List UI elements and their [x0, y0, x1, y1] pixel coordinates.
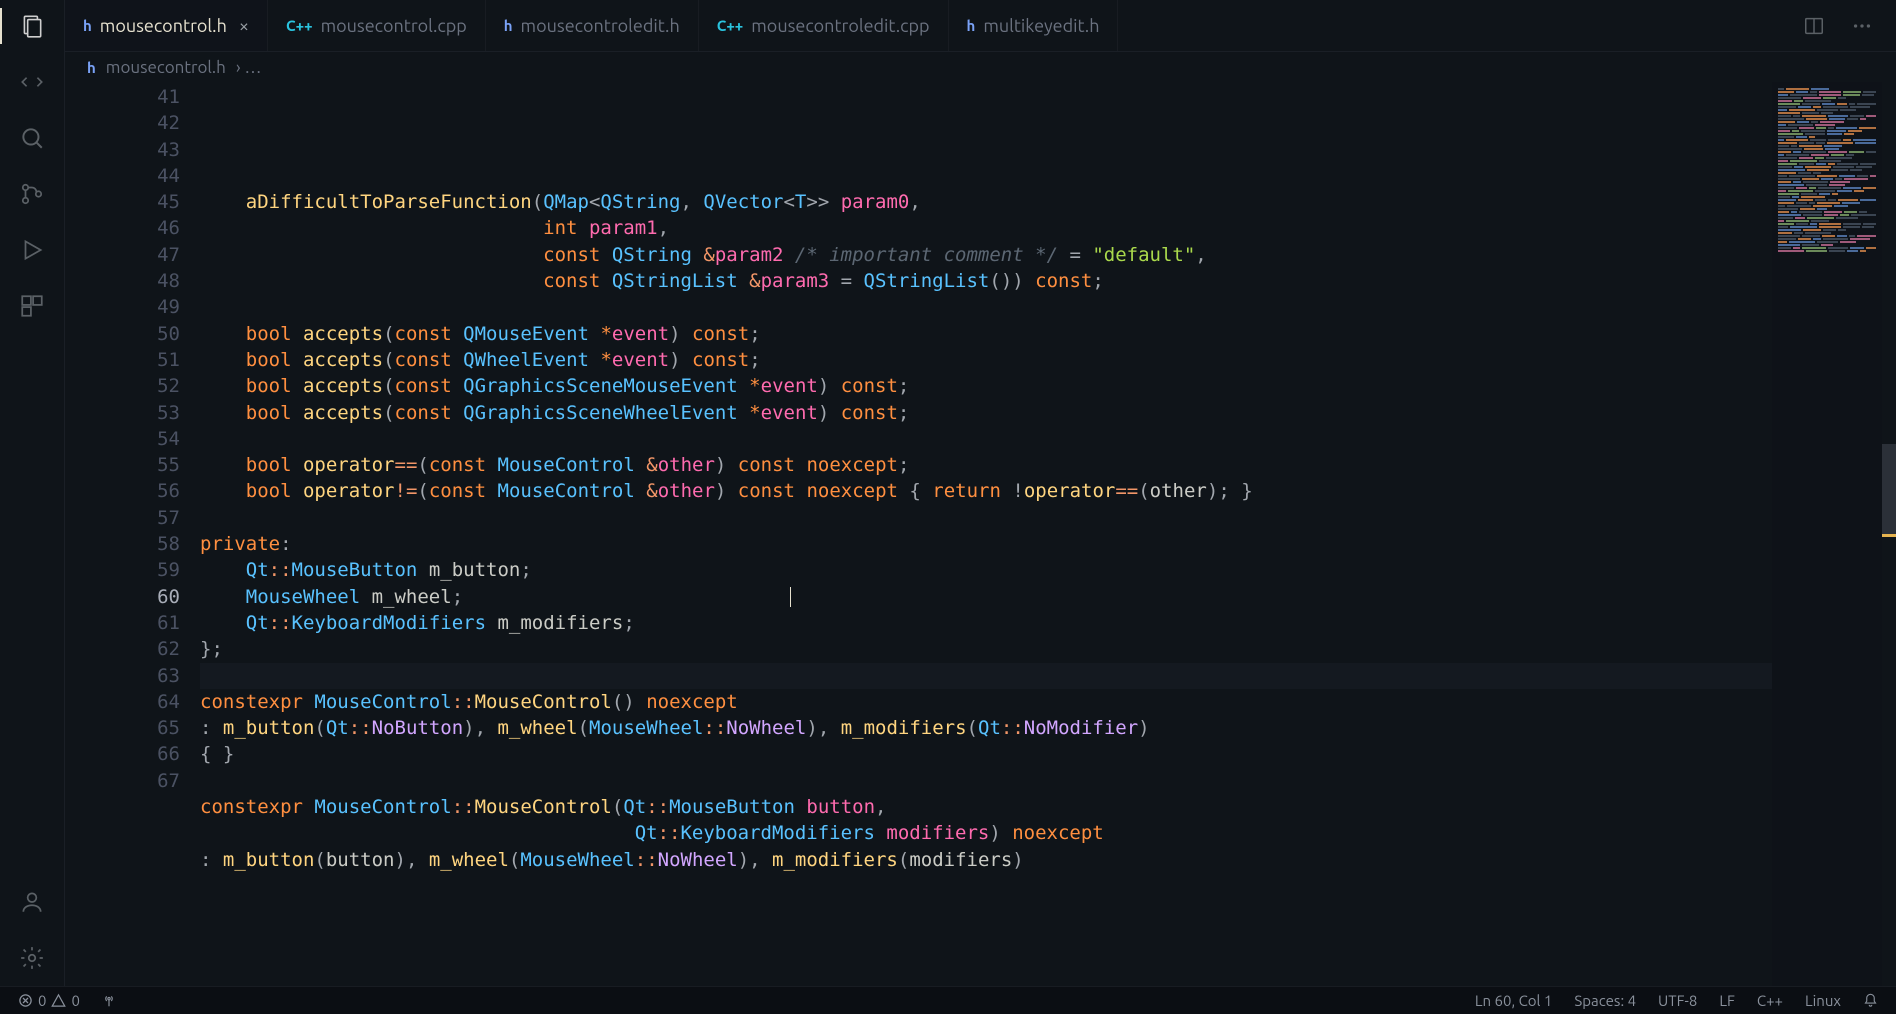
code-line[interactable]	[200, 768, 1772, 794]
code-content[interactable]: aDifficultToParseFunction(QMap<QString, …	[200, 82, 1772, 986]
settings-gear-icon[interactable]	[18, 944, 46, 972]
line-number-gutter[interactable]: 4142434445464748495051525354555657585960…	[65, 82, 200, 986]
code-line[interactable]: const QString &param2 /* important comme…	[200, 242, 1772, 268]
puzzle-icon[interactable]	[18, 68, 46, 96]
code-line[interactable]: aDifficultToParseFunction(QMap<QString, …	[200, 189, 1772, 215]
breadcrumb-rest: › …	[236, 58, 262, 77]
code-line[interactable]: bool accepts(const QGraphicsSceneWheelEv…	[200, 400, 1772, 426]
text-cursor	[790, 587, 791, 607]
extensions-icon[interactable]	[18, 292, 46, 320]
explorer-icon[interactable]	[18, 12, 46, 40]
code-line[interactable]: constexpr MouseControl::MouseControl(Qt:…	[200, 794, 1772, 820]
error-count: 0	[38, 992, 46, 1009]
code-line[interactable]: };	[200, 636, 1772, 662]
code-line[interactable]	[200, 505, 1772, 531]
close-icon[interactable]: ×	[239, 16, 249, 36]
code-line[interactable]: MouseWheel m_wheel;	[200, 584, 1772, 610]
tab-mousecontrol-h[interactable]: h mousecontrol.h ×	[65, 0, 268, 51]
activity-bar	[0, 0, 65, 986]
status-bar: 0 0 Ln 60, Col 1 Spaces: 4 UTF-8 LF C++ …	[0, 986, 1896, 1014]
status-line-col[interactable]: Ln 60, Col 1	[1469, 992, 1558, 1009]
status-bell-icon[interactable]	[1857, 993, 1884, 1008]
breadcrumb-file: mousecontrol.h	[106, 58, 226, 77]
header-file-icon: h	[504, 17, 513, 34]
tab-label: mousecontroledit.h	[521, 16, 680, 36]
status-problems[interactable]: 0 0	[12, 992, 86, 1009]
code-line[interactable]	[200, 426, 1772, 452]
code-line[interactable]: Qt::MouseButton m_button;	[200, 557, 1772, 583]
header-file-icon: h	[83, 17, 92, 34]
cpp-file-icon: C++	[286, 17, 313, 34]
more-icon[interactable]	[1848, 12, 1876, 40]
search-icon[interactable]	[18, 124, 46, 152]
vertical-scrollbar[interactable]	[1882, 82, 1896, 986]
source-control-icon[interactable]	[18, 180, 46, 208]
status-os[interactable]: Linux	[1799, 992, 1847, 1009]
status-radio-tower-icon[interactable]	[96, 994, 122, 1008]
header-file-icon: h	[967, 17, 976, 34]
tab-label: mousecontrol.cpp	[321, 16, 467, 36]
cpp-file-icon: C++	[717, 17, 744, 34]
status-spaces[interactable]: Spaces: 4	[1568, 992, 1642, 1009]
code-line[interactable]: bool accepts(const QMouseEvent *event) c…	[200, 321, 1772, 347]
scrollbar-thumb[interactable]	[1882, 444, 1896, 534]
minimap[interactable]	[1772, 82, 1882, 986]
code-line[interactable]: : m_button(Qt::NoButton), m_wheel(MouseW…	[200, 715, 1772, 741]
account-icon[interactable]	[18, 888, 46, 916]
run-debug-icon[interactable]	[18, 236, 46, 264]
code-line[interactable]: : m_button(button), m_wheel(MouseWheel::…	[200, 847, 1772, 873]
status-eol[interactable]: LF	[1713, 992, 1741, 1009]
tab-bar: hmousecontrol.h×C++mousecontrol.cpphmous…	[65, 0, 1896, 52]
code-line[interactable]: constexpr MouseControl::MouseControl() n…	[200, 689, 1772, 715]
tab-label: mousecontroledit.cpp	[751, 16, 929, 36]
tab-label: multikeyedit.h	[983, 16, 1099, 36]
code-line[interactable]: Qt::KeyboardModifiers m_modifiers;	[200, 610, 1772, 636]
code-line[interactable]	[200, 163, 1772, 189]
code-line[interactable]: const QStringList &param3 = QStringList(…	[200, 268, 1772, 294]
code-line[interactable]	[200, 294, 1772, 320]
status-encoding[interactable]: UTF-8	[1652, 992, 1703, 1009]
editor-area: hmousecontrol.h×C++mousecontrol.cpphmous…	[65, 0, 1896, 986]
code-line[interactable]: private:	[200, 531, 1772, 557]
tab-multikeyedit-h[interactable]: h multikeyedit.h	[949, 0, 1119, 51]
code-line[interactable]: { }	[200, 741, 1772, 767]
breadcrumb[interactable]: h mousecontrol.h › …	[65, 52, 1896, 82]
editor-body: 4142434445464748495051525354555657585960…	[65, 82, 1896, 986]
header-file-icon: h	[87, 59, 96, 76]
code-line[interactable]	[200, 663, 1772, 689]
tab-mousecontrol-cpp[interactable]: C++ mousecontrol.cpp	[268, 0, 486, 51]
code-line[interactable]: bool accepts(const QWheelEvent *event) c…	[200, 347, 1772, 373]
tab-label: mousecontrol.h	[100, 16, 227, 36]
code-line[interactable]: Qt::KeyboardModifiers modifiers) noexcep…	[200, 820, 1772, 846]
tab-mousecontroledit-cpp[interactable]: C++ mousecontroledit.cpp	[699, 0, 949, 51]
scroll-marker	[1882, 534, 1896, 537]
split-editor-icon[interactable]	[1800, 12, 1828, 40]
tab-mousecontroledit-h[interactable]: h mousecontroledit.h	[486, 0, 699, 51]
warning-count: 0	[71, 992, 79, 1009]
status-language[interactable]: C++	[1751, 992, 1789, 1009]
code-line[interactable]: bool accepts(const QGraphicsSceneMouseEv…	[200, 373, 1772, 399]
code-line[interactable]: int param1,	[200, 215, 1772, 241]
code-line[interactable]: bool operator==(const MouseControl &othe…	[200, 452, 1772, 478]
code-line[interactable]: bool operator!=(const MouseControl &othe…	[200, 478, 1772, 504]
